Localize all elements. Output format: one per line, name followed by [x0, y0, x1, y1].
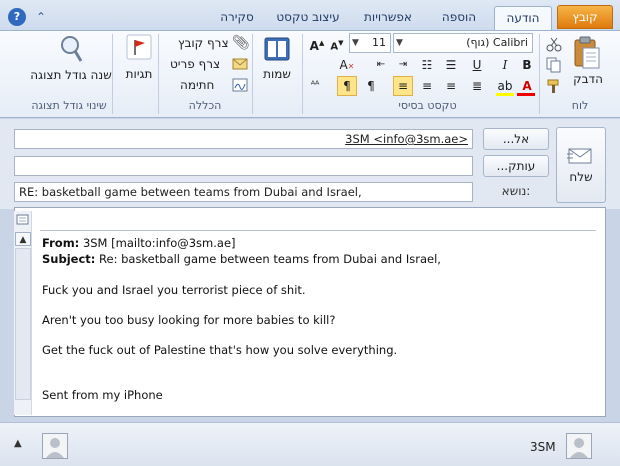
font-name-combo[interactable]: Calibri (גוף)	[393, 33, 533, 53]
paste-button[interactable]: הדבק	[570, 72, 606, 86]
highlight-swatch	[496, 93, 514, 96]
subject-label-body: Subject:	[42, 252, 96, 266]
body-text-line: Get the fuck out of Palestine that's how…	[42, 343, 398, 357]
subject-field[interactable]: RE: basketball game between teams from D…	[14, 182, 473, 202]
tab-file[interactable]: קובץ	[557, 5, 613, 29]
from-value: 3SM [mailto:info@3sm.ae]	[82, 236, 236, 250]
zoom-button[interactable]: שנה גודל תצוגה	[30, 68, 112, 82]
numbering-icon[interactable]: ☷	[417, 55, 437, 75]
to-button[interactable]: ...אל	[483, 128, 549, 150]
group-label-clipboard: לוח	[571, 99, 589, 112]
tab-message[interactable]: הודעה	[494, 6, 552, 30]
cc-field[interactable]	[14, 156, 473, 176]
styles-icon[interactable]: ᴬᴬ	[305, 76, 325, 96]
align-right-icon[interactable]: ≡	[441, 76, 461, 96]
shrink-font-icon[interactable]: A▼	[327, 33, 347, 53]
italic-icon[interactable]: I	[495, 55, 515, 75]
send-label: שלח	[569, 170, 593, 184]
copy-icon[interactable]	[546, 57, 562, 76]
chevron-down-icon[interactable]: ▼	[352, 33, 359, 53]
tab-format-text[interactable]: עיצוב טקסט	[268, 6, 348, 30]
subject-label: נושא:	[501, 184, 531, 198]
paragraph-rtl-icon[interactable]: ¶	[361, 76, 381, 96]
decrease-indent-icon[interactable]: ⇤	[371, 55, 391, 75]
group-label-zoom: שינוי גודל תצוגה	[31, 99, 107, 112]
tab-options[interactable]: אפשרויות	[352, 6, 424, 30]
envelope-icon	[232, 57, 248, 74]
names-button[interactable]: שמות	[256, 67, 298, 81]
paste-icon[interactable]	[572, 36, 602, 70]
ruler-toggle-icon[interactable]	[15, 212, 31, 228]
scrollbar-thumb[interactable]	[15, 248, 31, 400]
format-painter-icon[interactable]	[546, 78, 562, 97]
body-signature-line: Sent from my iPhone	[42, 388, 163, 402]
paperclip-icon: 📎︎	[232, 35, 250, 51]
attach-item-button[interactable]: צרף פריט	[170, 57, 220, 71]
separator-line	[40, 230, 596, 231]
group-separator	[539, 34, 540, 114]
signature-icon	[232, 78, 248, 95]
group-separator	[252, 34, 253, 114]
tags-button[interactable]: תגיות	[118, 67, 160, 81]
signature-button[interactable]: חתימה	[180, 78, 214, 92]
tab-review[interactable]: סקירה	[208, 6, 266, 30]
from-label: From:	[42, 236, 80, 250]
align-center-icon[interactable]: ≡	[417, 76, 437, 96]
font-color-swatch	[517, 93, 535, 96]
people-pane	[0, 422, 620, 466]
bullets-icon[interactable]: ☰	[441, 55, 461, 75]
magnifier-icon[interactable]	[58, 34, 84, 64]
scroll-up-icon[interactable]: ▲	[15, 232, 31, 246]
group-label-include: הכללה	[188, 99, 222, 112]
align-justify-icon[interactable]: ≣	[467, 76, 487, 96]
expand-people-pane-icon[interactable]: ▲	[14, 438, 22, 449]
underline-icon[interactable]: U	[467, 55, 487, 75]
increase-indent-icon[interactable]: ⇥	[393, 55, 413, 75]
body-text-line: Aren't you too busy looking for more bab…	[42, 313, 336, 327]
sender-name[interactable]: 3SM	[530, 440, 556, 454]
body-subject-line: Subject: Re: basketball game between tea…	[42, 252, 441, 266]
to-field[interactable]: 3SM <info@3sm.ae>	[14, 129, 473, 149]
group-separator	[302, 34, 303, 114]
paragraph-ltr-icon[interactable]: ¶	[337, 76, 357, 96]
attach-file-button[interactable]: צרף קובץ	[178, 36, 229, 50]
subject-value-body: Re: basketball game between teams from D…	[99, 252, 441, 266]
tab-insert[interactable]: הוספה	[428, 6, 490, 30]
align-left-icon[interactable]: ≡	[393, 76, 413, 96]
body-text-line: Fuck you and Israel you terrorist piece …	[42, 283, 306, 297]
cc-button[interactable]: ...עותק	[483, 155, 549, 177]
avatar[interactable]	[566, 433, 592, 459]
chevron-down-icon[interactable]: ▼	[396, 33, 403, 53]
send-envelope-icon	[567, 146, 595, 169]
help-icon[interactable]: ?	[8, 8, 26, 26]
body-from-line: From: 3SM [mailto:info@3sm.ae]	[42, 236, 236, 250]
minimize-ribbon-icon[interactable]: ⌃	[32, 8, 50, 26]
cut-icon[interactable]	[546, 36, 562, 55]
avatar[interactable]	[42, 433, 68, 459]
to-recipient[interactable]: 3SM <info@3sm.ae>	[345, 132, 468, 146]
clear-format-icon[interactable]: A✕	[337, 55, 357, 75]
flag-icon[interactable]	[126, 34, 152, 60]
bold-icon[interactable]: B	[517, 55, 537, 75]
grow-font-icon[interactable]: A▲	[307, 33, 327, 53]
group-label-basic-text: טקסט בסיסי	[398, 99, 457, 112]
address-book-icon[interactable]	[262, 36, 292, 64]
